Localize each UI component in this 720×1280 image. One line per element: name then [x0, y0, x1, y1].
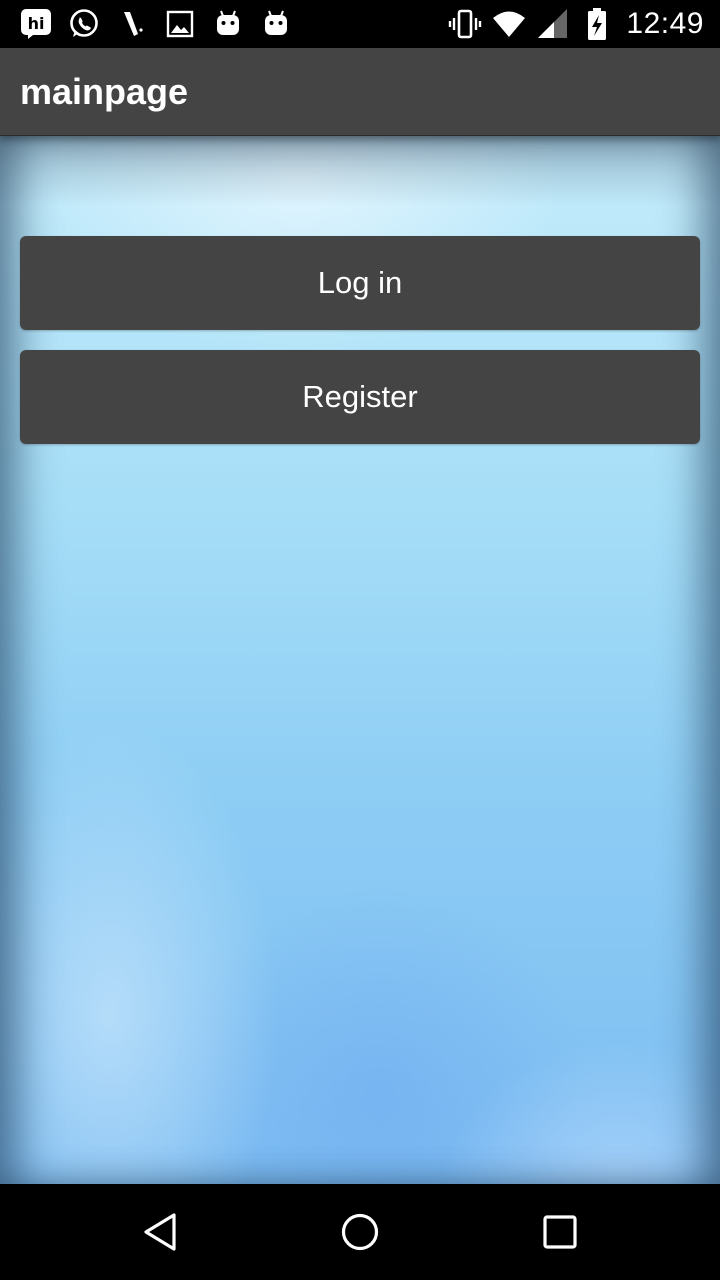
- android-icon: [212, 8, 244, 40]
- whatsapp-icon: [68, 8, 100, 40]
- signal-icon: [536, 7, 570, 41]
- image-icon: [164, 8, 196, 40]
- app-bar: mainpage: [0, 48, 720, 136]
- page-title: mainpage: [20, 70, 189, 112]
- login-button[interactable]: Log in: [20, 236, 700, 330]
- vibrate-icon: [448, 7, 482, 41]
- navigation-bar: [0, 1184, 720, 1280]
- system-status: 12:49: [438, 7, 704, 41]
- recents-icon[interactable]: [520, 1192, 600, 1272]
- home-icon[interactable]: [320, 1192, 400, 1272]
- wifi-icon: [492, 7, 526, 41]
- back-icon[interactable]: [120, 1192, 200, 1272]
- notification-icons: hi: [20, 8, 308, 40]
- pen-icon: [116, 8, 148, 40]
- register-button[interactable]: Register: [20, 350, 700, 444]
- android-icon: [260, 8, 292, 40]
- hike-icon: hi: [20, 8, 52, 40]
- status-bar: hi 12:49: [0, 0, 720, 48]
- main-content: Log in Register: [0, 136, 720, 1184]
- clock: 12:49: [626, 7, 704, 40]
- svg-text:hi: hi: [28, 14, 45, 33]
- battery-charging-icon: [580, 7, 614, 41]
